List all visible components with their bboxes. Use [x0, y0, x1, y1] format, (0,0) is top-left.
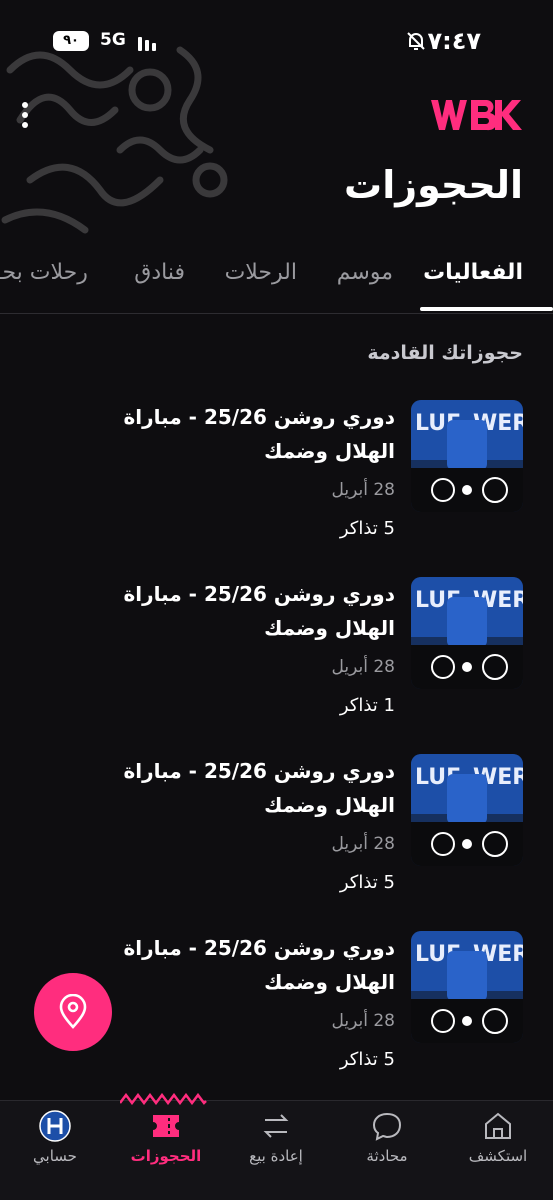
match-thumbnail: LUE WER [411, 931, 523, 1043]
tab-hotels[interactable]: فنادق [134, 260, 185, 285]
ticket-icon [153, 1115, 179, 1137]
network-label: 5G [100, 30, 126, 50]
booking-card[interactable]: LUE WER دوري روشن 25/26 - مباراة الهلال … [23, 754, 523, 914]
section-title: حجوزاتك القادمة [367, 342, 523, 364]
tab-sea-trips[interactable]: رحلات بحـ [0, 260, 88, 285]
tab-trips[interactable]: الرحلات [225, 260, 297, 285]
nav-resale[interactable]: إعادة بيع [221, 1109, 331, 1165]
ticket-count: 5 تذاكر [339, 1049, 395, 1070]
match-thumbnail: LUE WER [411, 754, 523, 866]
category-tabs: الفعاليات موسم الرحلات فنادق رحلات بحـ [0, 250, 553, 314]
battery-indicator: ٩٠ [53, 31, 89, 51]
nav-label: الحجوزات [130, 1147, 202, 1165]
ticket-count: 5 تذاكر [339, 518, 395, 539]
ticket-count: 5 تذاكر [339, 872, 395, 893]
wbk-logo [431, 100, 522, 131]
more-options-icon[interactable] [18, 100, 32, 130]
booking-title: دوري روشن 25/26 - مباراة الهلال وضمك [123, 936, 395, 994]
page-title: الحجوزات [344, 163, 523, 207]
resale-icon [263, 1114, 289, 1138]
active-tab-indicator [420, 307, 553, 311]
bottom-nav: استكشف محادثة إعادة بيع الحجوزات حسابي [0, 1093, 553, 1200]
ticket-count: 1 تذاكر [339, 695, 395, 716]
avatar-icon [39, 1110, 71, 1142]
location-fab-button[interactable] [34, 973, 112, 1051]
map-pin-icon [59, 994, 87, 1029]
booking-card[interactable]: LUE WER دوري روشن 25/26 - مباراة الهلال … [23, 577, 523, 737]
mute-bell-icon [407, 32, 425, 50]
nav-account[interactable]: حسابي [0, 1109, 110, 1165]
nav-label: استكشف [468, 1147, 528, 1165]
booking-title: دوري روشن 25/26 - مباراة الهلال وضمك [123, 759, 395, 817]
tab-season[interactable]: موسم [337, 260, 393, 285]
divider [0, 313, 553, 314]
booking-date: 28 أبريل [331, 657, 396, 677]
nav-label: إعادة بيع [249, 1147, 303, 1165]
chat-icon [372, 1112, 402, 1141]
booking-card[interactable]: LUE WER دوري روشن 25/26 - مباراة الهلال … [23, 400, 523, 560]
match-thumbnail: LUE WER [411, 577, 523, 689]
nav-chat[interactable]: محادثة [332, 1109, 442, 1165]
booking-date: 28 أبريل [331, 480, 396, 500]
active-indicator-zigzag [120, 1093, 207, 1105]
booking-date: 28 أبريل [331, 1011, 396, 1031]
nav-label: محادثة [366, 1147, 408, 1165]
status-bar: ٩٠ 5G ٧:٤٧ [0, 0, 553, 80]
clock: ٧:٤٧ [427, 27, 481, 55]
tab-events[interactable]: الفعاليات [423, 260, 523, 285]
home-icon [485, 1112, 511, 1139]
signal-icon [138, 37, 156, 51]
booking-title: دوري روشن 25/26 - مباراة الهلال وضمك [123, 582, 395, 640]
nav-bookings[interactable]: الحجوزات [111, 1109, 221, 1165]
booking-date: 28 أبريل [331, 834, 396, 854]
match-thumbnail: LUE WER [411, 400, 523, 512]
nav-label: حسابي [33, 1147, 77, 1165]
booking-title: دوري روشن 25/26 - مباراة الهلال وضمك [123, 405, 395, 463]
nav-explore[interactable]: استكشف [443, 1109, 553, 1165]
